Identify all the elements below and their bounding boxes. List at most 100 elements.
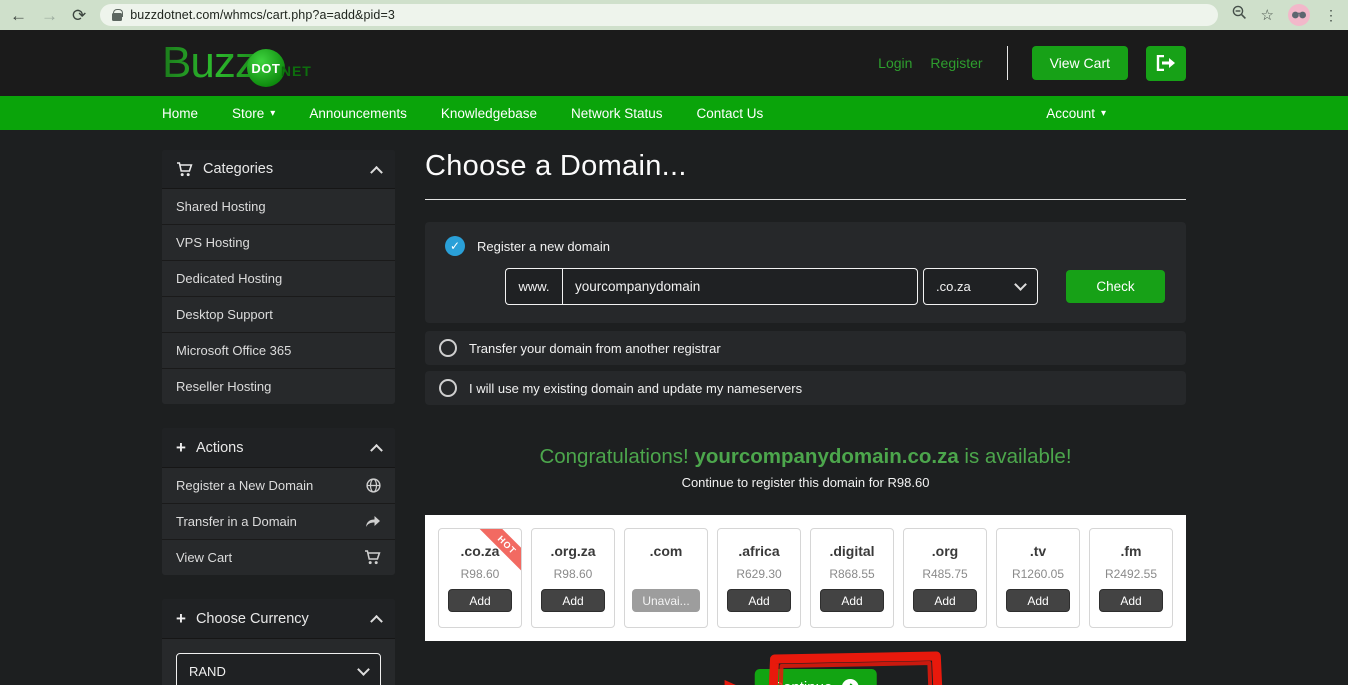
nav-item-knowledgebase[interactable]: Knowledgebase <box>441 106 537 121</box>
tld-card-com: .com Unavai... <box>624 528 708 628</box>
sidebar-item-register-new-domain[interactable]: Register a New Domain <box>162 468 395 504</box>
sidebar-item-dedicated-hosting[interactable]: Dedicated Hosting <box>162 261 395 297</box>
reload-icon[interactable]: ⟳ <box>72 7 86 24</box>
title-divider <box>425 199 1186 200</box>
tld-card-digital: .digital R868.55 Add <box>810 528 894 628</box>
tld-card-fm: .fm R2492.55 Add <box>1089 528 1173 628</box>
nav-item-network-status[interactable]: Network Status <box>571 106 663 121</box>
actions-panel-header[interactable]: + Actions <box>162 428 395 468</box>
view-cart-button[interactable]: View Cart <box>1032 46 1128 80</box>
www-prefix: www. <box>505 268 562 305</box>
logout-button[interactable] <box>1146 46 1186 81</box>
domain-input[interactable] <box>562 268 918 305</box>
sidebar-item-reseller-hosting[interactable]: Reseller Hosting <box>162 369 395 404</box>
lock-icon <box>112 9 122 21</box>
add-button[interactable]: Add <box>820 589 884 612</box>
chevron-down-icon <box>357 663 370 676</box>
address-bar[interactable]: buzzdotnet.com/whmcs/cart.php?a=add&pid=… <box>100 4 1217 26</box>
existing-domain-option[interactable]: I will use my existing domain and update… <box>425 371 1186 405</box>
nav-item-store[interactable]: Store▾ <box>232 106 275 121</box>
unavailable-button: Unavai... <box>632 589 700 612</box>
share-arrow-icon <box>365 515 381 528</box>
tld-selected-value: .co.za <box>936 279 971 294</box>
chevron-up-icon <box>370 615 383 628</box>
domain-search-panel: ✓ Register a new domain www. .co.za Chec… <box>425 222 1186 323</box>
add-button[interactable]: Add <box>1006 589 1070 612</box>
arrow-right-icon: ➜ <box>841 679 858 685</box>
nav-item-account[interactable]: Account▾ <box>1046 106 1106 121</box>
chevron-down-icon: ▾ <box>270 108 275 119</box>
logout-icon <box>1156 55 1176 71</box>
register-domain-option[interactable]: ✓ Register a new domain <box>445 236 1166 256</box>
page-title: Choose a Domain... <box>425 150 1186 183</box>
logo-text-buzz: Buzz <box>162 38 256 88</box>
browser-menu-icon[interactable]: ⋮ <box>1324 7 1338 24</box>
sidebar-item-shared-hosting[interactable]: Shared Hosting <box>162 189 395 225</box>
main-content: Choose a Domain... ✓ Register a new doma… <box>425 150 1186 685</box>
tld-suggestions-row: HOT .co.za R98.60 Add .org.za R98.60 Add… <box>425 515 1186 641</box>
categories-panel-header[interactable]: Categories <box>162 150 395 189</box>
sidebar: Categories Shared Hosting VPS Hosting De… <box>162 150 395 685</box>
chevron-up-icon <box>370 444 383 457</box>
header-divider <box>1007 46 1008 80</box>
zoom-icon[interactable] <box>1232 5 1247 25</box>
categories-title: Categories <box>203 161 273 177</box>
currency-panel-header[interactable]: + Choose Currency <box>162 599 395 639</box>
continue-section: Continue ➜ <box>425 647 1186 685</box>
sidebar-item-desktop-support[interactable]: Desktop Support <box>162 297 395 333</box>
url-text[interactable]: buzzdotnet.com/whmcs/cart.php?a=add&pid=… <box>130 8 395 22</box>
transfer-domain-option[interactable]: Transfer your domain from another regist… <box>425 331 1186 365</box>
tld-card-orgza: .org.za R98.60 Add <box>531 528 615 628</box>
currency-title: Choose Currency <box>196 611 309 627</box>
nav-item-contact-us[interactable]: Contact Us <box>697 106 764 121</box>
cart-icon <box>176 162 193 177</box>
tld-card-tv: .tv R1260.05 Add <box>996 528 1080 628</box>
currency-selected-value: RAND <box>189 664 226 679</box>
chevron-down-icon: ▾ <box>1101 108 1106 119</box>
register-domain-label: Register a new domain <box>477 239 610 254</box>
add-button[interactable]: Add <box>913 589 977 612</box>
tld-card-africa: .africa R629.30 Add <box>717 528 801 628</box>
radio-unselected-icon[interactable] <box>439 379 457 397</box>
actions-title: Actions <box>196 440 244 456</box>
site-logo[interactable]: Buzz DOT NET <box>162 38 312 88</box>
available-domain: yourcompanydomain.co.za <box>694 445 958 468</box>
logo-text-net: NET <box>281 63 312 79</box>
nav-item-announcements[interactable]: Announcements <box>309 106 407 121</box>
add-button[interactable]: Add <box>727 589 791 612</box>
globe-icon <box>366 478 381 493</box>
continue-button[interactable]: Continue ➜ <box>754 669 876 685</box>
cart-icon <box>364 550 381 565</box>
radio-selected-icon[interactable]: ✓ <box>445 236 465 256</box>
sidebar-item-transfer-in-domain[interactable]: Transfer in a Domain <box>162 504 395 540</box>
browser-toolbar: ← → ⟳ buzzdotnet.com/whmcs/cart.php?a=ad… <box>0 0 1348 30</box>
nav-item-home[interactable]: Home <box>162 106 198 121</box>
currency-select[interactable]: RAND <box>176 653 381 685</box>
chevron-down-icon <box>1014 278 1027 291</box>
back-icon[interactable]: ← <box>10 7 27 24</box>
add-button[interactable]: Add <box>1099 589 1163 612</box>
sidebar-item-view-cart[interactable]: View Cart <box>162 540 395 575</box>
tld-card-org: .org R485.75 Add <box>903 528 987 628</box>
availability-subtext: Continue to register this domain for R98… <box>425 475 1186 490</box>
tld-select[interactable]: .co.za <box>923 268 1038 305</box>
sidebar-item-vps-hosting[interactable]: VPS Hosting <box>162 225 395 261</box>
bookmark-star-icon[interactable]: ☆ <box>1261 6 1274 24</box>
forward-icon[interactable]: → <box>41 7 58 24</box>
currency-panel: + Choose Currency RAND <box>162 599 395 685</box>
add-button[interactable]: Add <box>448 589 512 612</box>
profile-avatar[interactable] <box>1288 4 1310 26</box>
actions-panel: + Actions Register a New Domain Transfer… <box>162 428 395 575</box>
availability-message: Congratulations! yourcompanydomain.co.za… <box>425 445 1186 490</box>
plus-icon: + <box>176 610 186 627</box>
check-button[interactable]: Check <box>1066 270 1165 303</box>
plus-icon: + <box>176 439 186 456</box>
register-link[interactable]: Register <box>930 55 982 71</box>
sidebar-item-microsoft-office-365[interactable]: Microsoft Office 365 <box>162 333 395 369</box>
radio-unselected-icon[interactable] <box>439 339 457 357</box>
site-header: Buzz DOT NET Login Register View Cart <box>0 30 1348 96</box>
main-navigation: Home Store▾ Announcements Knowledgebase … <box>0 96 1348 130</box>
tld-card-coza: HOT .co.za R98.60 Add <box>438 528 522 628</box>
add-button[interactable]: Add <box>541 589 605 612</box>
login-link[interactable]: Login <box>878 55 912 71</box>
